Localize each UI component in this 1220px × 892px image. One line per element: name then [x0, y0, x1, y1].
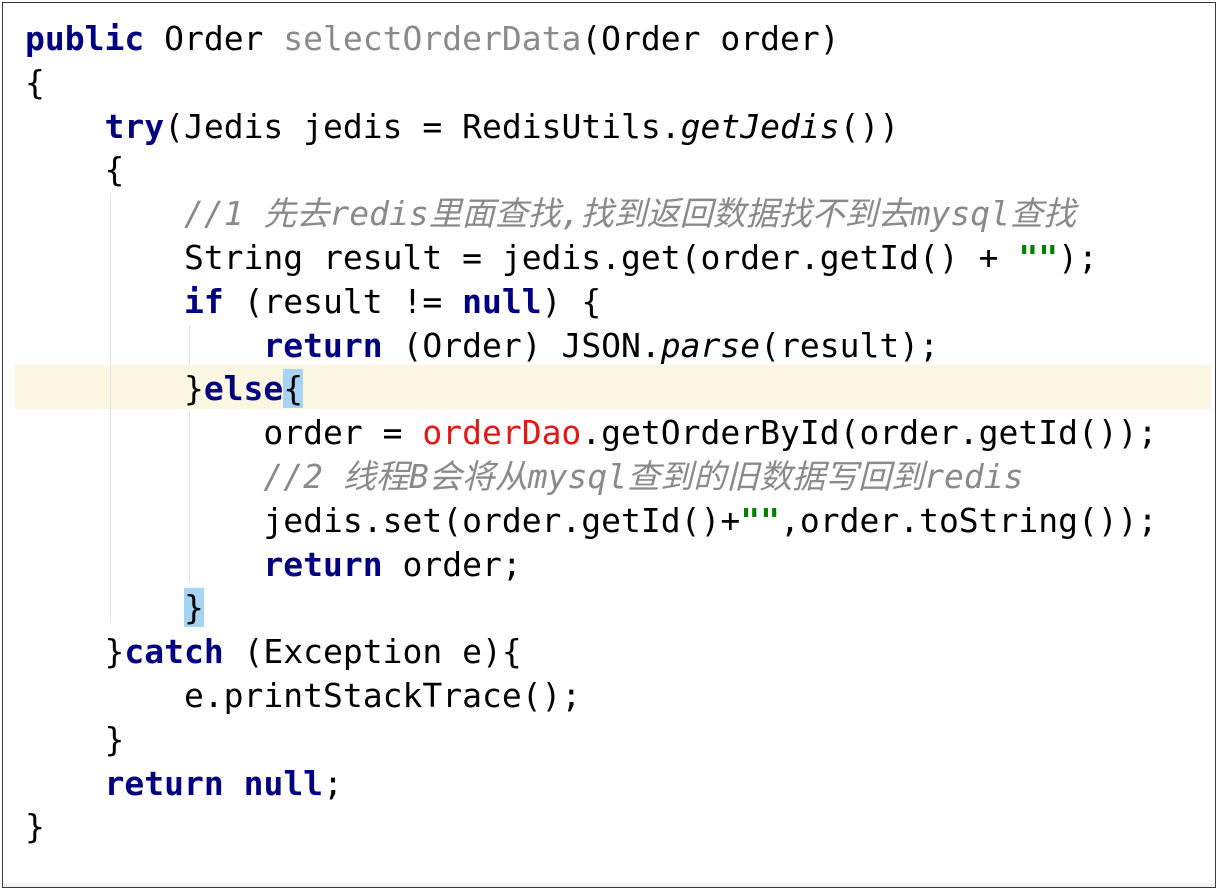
code-line[interactable]: e.printStackTrace(); [25, 674, 1158, 718]
code-token: //1 先去redis里面查找,找到返回数据找不到去mysql查找 [183, 194, 1076, 234]
code-token: ()) [839, 106, 900, 146]
code-token: Order [144, 19, 284, 58]
code-token: (Order order) [581, 19, 840, 58]
code-token: try [104, 106, 165, 146]
code-line[interactable]: return null; [25, 762, 1158, 806]
code-token: return [263, 544, 383, 584]
code-token: "" [740, 500, 780, 540]
code-token: (Exception e){ [223, 632, 522, 672]
code-token: { [25, 150, 125, 190]
code-token: "" [1018, 237, 1059, 277]
code-token: String result = jedis.get(order.getId() … [25, 237, 1019, 277]
code-line[interactable]: { [25, 148, 1158, 192]
code-line[interactable]: } [25, 718, 1158, 762]
code-line[interactable]: { [25, 61, 1158, 105]
code-line[interactable]: if (result != null) { [25, 280, 1158, 324]
code-token: null [243, 763, 324, 803]
code-token: e.printStackTrace(); [25, 675, 582, 715]
code-line[interactable]: public Order selectOrderData(Order order… [25, 17, 1158, 61]
code-line[interactable]: } [25, 805, 1158, 849]
code-token: } [25, 369, 204, 409]
code-line[interactable]: }catch (Exception e){ [25, 630, 1158, 674]
code-token: { [25, 62, 45, 102]
code-token: } [25, 807, 45, 847]
code-line[interactable]: return (Order) JSON.parse(result); [25, 324, 1158, 368]
code-content[interactable]: public Order selectOrderData(Order order… [25, 17, 1158, 849]
code-token: if [183, 281, 224, 321]
code-line[interactable]: //2 线程B会将从mysql查到的旧数据写回到redis [25, 455, 1158, 499]
code-token: parse [660, 325, 761, 365]
code-token: order; [382, 544, 522, 584]
code-token: { [283, 369, 304, 409]
code-token: (result); [760, 325, 939, 365]
code-line[interactable]: //1 先去redis里面查找,找到返回数据找不到去mysql查找 [25, 192, 1158, 236]
code-token: getJedis [680, 106, 840, 146]
code-line[interactable]: } [25, 586, 1158, 630]
code-token: .getOrderById(order.getId()); [581, 413, 1158, 453]
code-token: ) { [541, 281, 602, 321]
code-token: } [183, 588, 204, 628]
code-token: //2 线程B会将从mysql查到的旧数据写回到redis [263, 456, 1024, 496]
code-editor[interactable]: public Order selectOrderData(Order order… [2, 2, 1216, 888]
code-token: jedis.set(order.getId()+ [25, 500, 741, 540]
code-token: ,order.toString()); [780, 500, 1158, 540]
code-token: else [203, 369, 284, 409]
code-line[interactable]: jedis.set(order.getId()+"",order.toStrin… [25, 499, 1158, 543]
code-token: ); [1058, 237, 1098, 277]
code-token: (result != [223, 281, 463, 321]
code-token: selectOrderData [283, 19, 582, 58]
code-token: (Jedis jedis = RedisUtils. [164, 106, 681, 146]
code-token: catch [124, 632, 224, 672]
code-line[interactable]: return order; [25, 543, 1158, 587]
code-line[interactable]: String result = jedis.get(order.getId() … [25, 236, 1158, 280]
code-token: } [25, 719, 125, 759]
code-line[interactable]: order = orderDao.getOrderById(order.getI… [25, 411, 1158, 455]
code-line[interactable]: try(Jedis jedis = RedisUtils.getJedis()) [25, 105, 1158, 149]
code-token: (Order) JSON. [382, 325, 661, 365]
code-token: return [104, 763, 224, 803]
code-token: order = [25, 413, 423, 453]
code-token: } [25, 632, 125, 672]
editor-bottom-bar [3, 883, 1215, 887]
code-token: ; [323, 763, 343, 803]
code-token: public [25, 19, 145, 58]
code-token: orderDao [422, 413, 582, 453]
code-line[interactable]: }else{ [25, 367, 1158, 411]
code-token: null [462, 281, 542, 321]
code-token: return [263, 325, 383, 365]
